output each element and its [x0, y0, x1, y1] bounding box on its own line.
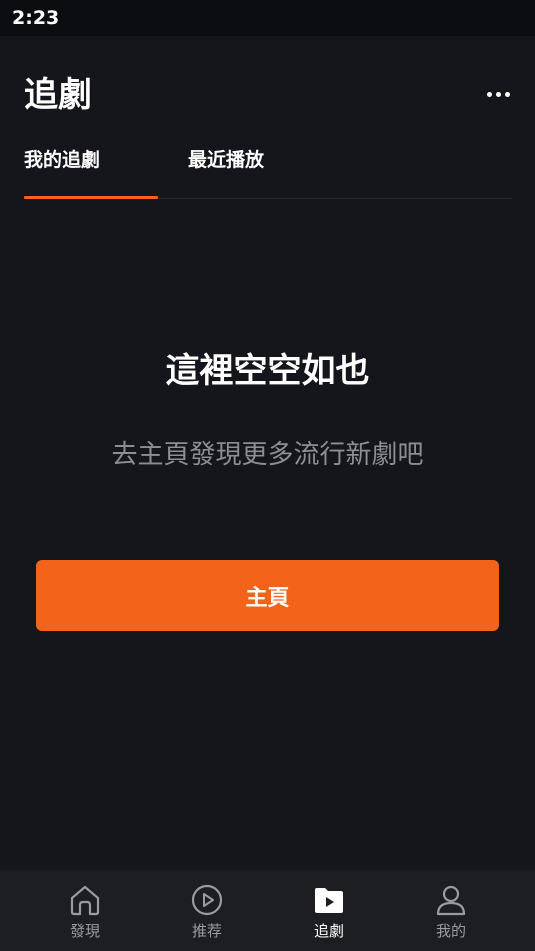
nav-item-following[interactable]: 追劇 — [279, 882, 379, 940]
active-tab-indicator — [24, 196, 158, 199]
tab-recently-played[interactable]: 最近播放 — [188, 148, 264, 172]
home-icon — [67, 882, 103, 918]
empty-state-title: 這裡空空如也 — [165, 351, 370, 391]
bottom-nav: 發現 推荐 追劇 我的 — [0, 870, 535, 951]
nav-label: 發現 — [69, 922, 100, 940]
more-icon — [504, 91, 510, 97]
tab-bar: 我的追劇 最近播放 — [24, 140, 512, 199]
nav-item-discover[interactable]: 發現 — [35, 882, 135, 940]
more-options-button[interactable] — [482, 86, 514, 102]
user-icon — [433, 882, 469, 918]
folder-play-icon — [311, 882, 347, 918]
go-home-button[interactable]: 主頁 — [36, 560, 499, 631]
status-bar: 2:23 — [0, 0, 535, 36]
page-title: 追劇 — [24, 75, 92, 115]
play-circle-icon — [189, 882, 225, 918]
nav-item-me[interactable]: 我的 — [401, 882, 501, 940]
nav-label: 追劇 — [313, 922, 344, 940]
nav-label: 我的 — [435, 922, 466, 940]
more-icon — [495, 91, 501, 97]
empty-state-subtitle: 去主頁發現更多流行新劇吧 — [111, 440, 424, 470]
tab-my-following[interactable]: 我的追劇 — [24, 148, 100, 172]
more-icon — [486, 91, 492, 97]
nav-label: 推荐 — [191, 922, 222, 940]
status-time: 2:23 — [12, 7, 60, 29]
nav-item-recommend[interactable]: 推荐 — [157, 882, 257, 940]
